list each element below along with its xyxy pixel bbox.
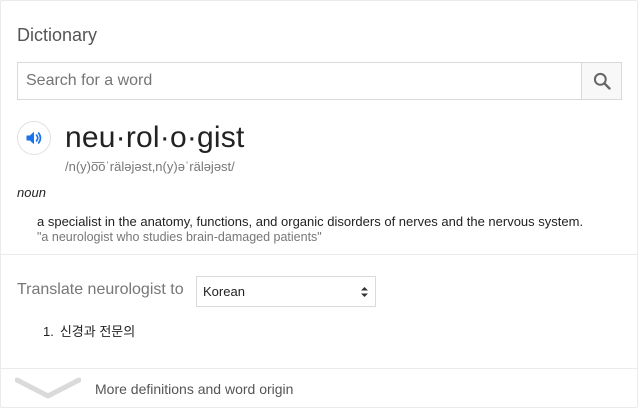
language-select[interactable]: Korean [196,276,376,307]
more-definitions-link[interactable]: More definitions and word origin [95,381,293,397]
pronunciation-button[interactable] [17,121,51,155]
example-sentence: "a neurologist who studies brain-damaged… [37,230,322,244]
phonetic-spelling: /n(y)o͞oˈräləjəst,n(y)əˈräləjəst/ [65,159,235,174]
translation-text: 신경과 전문의 [59,324,136,339]
translate-label: Translate neurologist to [17,281,184,298]
select-arrows-icon [360,285,369,299]
search-box [17,62,622,100]
section-divider [1,254,637,255]
dictionary-card: Dictionary neu·rol·o·gist /n(y)o͞oˈräləj… [0,0,638,408]
search-input[interactable] [18,63,581,99]
translation-item: 1. 신경과 전문의 [43,321,135,340]
card-title: Dictionary [17,25,98,45]
selected-language: Korean [203,284,245,299]
chevron-down-icon [14,377,82,399]
part-of-speech: noun [17,185,46,200]
footer-divider [1,368,637,369]
expand-button[interactable] [14,377,82,401]
headword: neu·rol·o·gist [65,121,245,154]
search-button[interactable] [581,63,621,99]
translation-number: 1. [43,324,54,339]
speaker-icon [26,131,42,145]
search-icon [593,72,611,90]
definition-text: a specialist in the anatomy, functions, … [37,214,584,229]
